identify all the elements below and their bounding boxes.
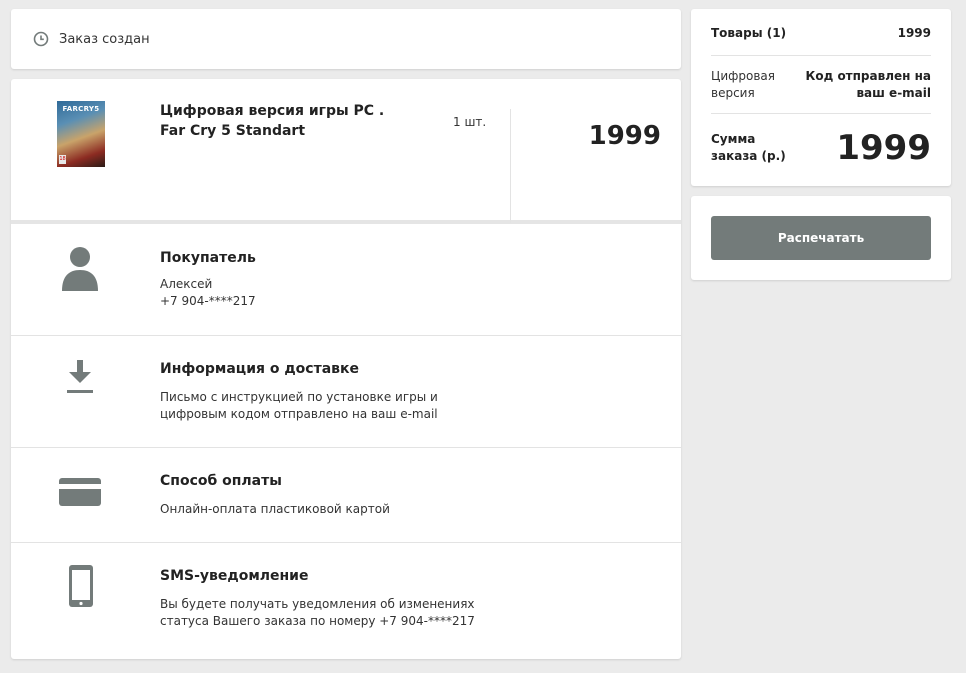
mobile-phone-icon	[69, 565, 93, 607]
order-summary-card: Товары (1) 1999 Цифровая версия Код отпр…	[691, 9, 951, 186]
product-title[interactable]: Цифровая версия игры PC . Far Cry 5 Stan…	[160, 101, 410, 141]
print-button[interactable]: Распечатать	[711, 216, 931, 260]
total-value: 1999	[836, 128, 931, 168]
delivery-section: Информация о доставке Письмо с инструкци…	[11, 336, 681, 448]
person-icon	[62, 247, 98, 291]
summary-goods-row: Товары (1) 1999	[711, 9, 931, 56]
sms-title: SMS-уведомление	[160, 568, 309, 584]
summary-total-row: Сумма заказа (р.) 1999	[711, 114, 931, 182]
clock-icon	[33, 31, 49, 47]
payment-text: Онлайн-оплата пластиковой картой	[160, 502, 390, 516]
product-price: 1999	[588, 121, 661, 151]
sms-text: Вы будете получать уведомления об измене…	[160, 597, 475, 628]
payment-title: Способ оплаты	[160, 473, 282, 489]
buyer-name: Алексей	[160, 277, 213, 291]
goods-value: 1999	[897, 26, 931, 40]
order-status-card: Заказ создан	[11, 9, 681, 69]
game-cover-logo: FARCRY5	[62, 105, 100, 113]
payment-section: Способ оплаты Онлайн-оплата пластиковой …	[11, 448, 681, 543]
goods-label: Товары (1)	[711, 26, 787, 40]
sms-section: SMS-уведомление Вы будете получать уведо…	[11, 543, 681, 655]
game-cover-image[interactable]: FARCRY5 18	[57, 101, 105, 167]
buyer-info: Алексей +7 904-****217	[160, 276, 500, 310]
age-rating-badge: 18	[59, 155, 66, 164]
product-quantity: 1 шт.	[453, 115, 487, 129]
digital-label: Цифровая версия	[711, 68, 775, 100]
summary-digital-row: Цифровая версия Код отправлен на ваш e-m…	[711, 56, 931, 114]
order-status-text: Заказ создан	[59, 31, 150, 47]
delivery-title: Информация о доставке	[160, 361, 359, 377]
order-details-card: FARCRY5 18 Цифровая версия игры PC . Far…	[11, 79, 681, 659]
delivery-text: Письмо с инструкцией по установке игры и…	[160, 390, 438, 421]
download-icon	[67, 360, 93, 393]
product-divider	[510, 109, 511, 223]
print-card: Распечатать	[691, 196, 951, 280]
product-row: FARCRY5 18 Цифровая версия игры PC . Far…	[11, 79, 681, 224]
credit-card-icon	[59, 478, 101, 506]
digital-value: Код отправлен на ваш e-mail	[805, 68, 931, 100]
buyer-section: Покупатель Алексей +7 904-****217	[11, 224, 681, 336]
total-label: Сумма заказа (р.)	[711, 132, 786, 163]
buyer-title: Покупатель	[160, 250, 256, 266]
buyer-phone: +7 904-****217	[160, 294, 256, 308]
